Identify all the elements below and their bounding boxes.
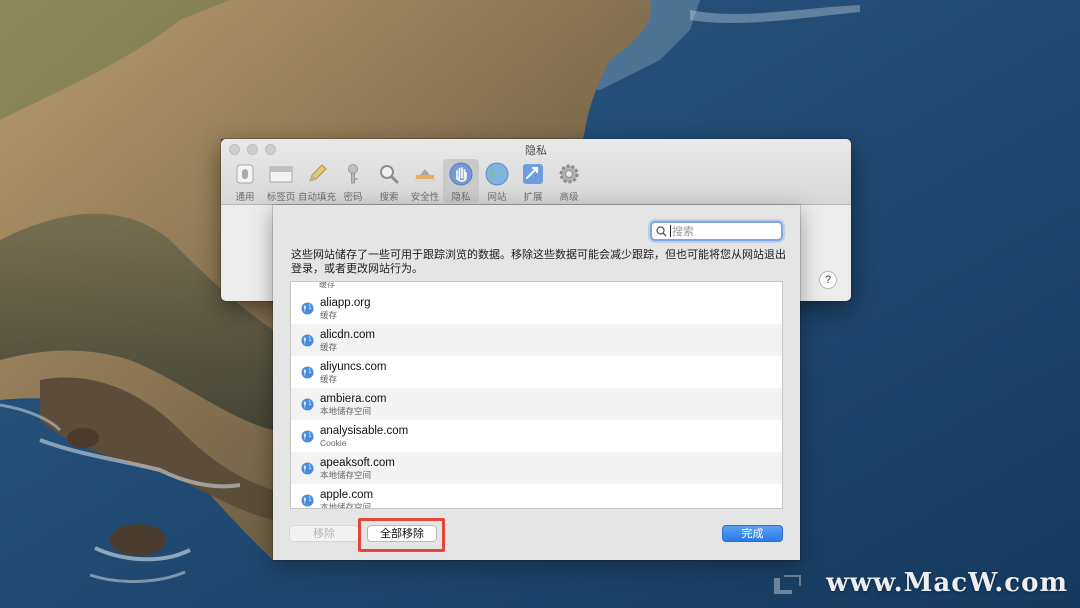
tab-websites[interactable]: 网站 — [479, 159, 515, 203]
list-item[interactable]: alicdn.com 缓存 — [291, 324, 782, 356]
site-data-kind: 本地储存空间 — [320, 501, 372, 509]
window-titlebar: 隐私 通用 标签页 自动填充 密码 搜索 安全性 隐私 网站 扩展 高级 — [221, 139, 851, 205]
list-item[interactable]: aliyuncs.com 缓存 — [291, 356, 782, 388]
watermark-logo-icon — [774, 575, 801, 594]
search-icon — [656, 225, 667, 236]
list-item[interactable]: apple.com 本地储存空间 — [291, 484, 782, 509]
sheet-description: 这些网站储存了一些可用于跟踪浏览的数据。移除这些数据可能会减少跟踪，但也可能将您… — [291, 249, 786, 275]
tab-search[interactable]: 搜索 — [371, 159, 407, 203]
globe-icon — [484, 161, 510, 187]
tab-privacy[interactable]: 隐私 — [443, 159, 479, 203]
globe-icon — [301, 333, 314, 347]
site-domain: alicdn.com — [320, 328, 375, 341]
magnifier-icon — [376, 161, 402, 187]
site-domain: apple.com — [320, 488, 374, 501]
pencil-icon — [304, 161, 330, 187]
tab-autofill[interactable]: 自动填充 — [298, 159, 337, 203]
list-item-partial: 缓存 — [319, 282, 335, 289]
site-domain: aliapp.org — [320, 296, 371, 309]
tab-privacy-label: 隐私 — [451, 192, 471, 203]
gear-icon — [556, 161, 582, 187]
site-domain: ambiera.com — [320, 392, 387, 405]
tab-passwords-label: 密码 — [343, 192, 363, 203]
globe-icon — [301, 493, 314, 507]
site-data-kind: Cookie — [320, 437, 347, 448]
tab-tabs[interactable]: 标签页 — [263, 159, 299, 203]
help-button[interactable]: ? — [819, 271, 837, 289]
list-item[interactable]: apeaksoft.com 本地储存空间 — [291, 452, 782, 484]
puzzle-icon — [520, 161, 546, 187]
site-data-kind: 缓存 — [320, 341, 338, 352]
highlight-box — [358, 518, 445, 552]
tab-security[interactable]: 安全性 — [407, 159, 443, 203]
remove-button[interactable]: 移除 — [289, 525, 359, 542]
site-domain: aliyuncs.com — [320, 360, 387, 373]
tab-general-label: 通用 — [235, 192, 255, 203]
search-input[interactable]: 搜索 — [650, 221, 783, 241]
site-data-kind: 缓存 — [320, 373, 338, 384]
switch-icon — [232, 161, 258, 187]
tab-tabs-label: 标签页 — [266, 192, 296, 203]
security-icon — [412, 161, 438, 187]
hand-icon — [448, 161, 474, 187]
tabs-icon — [268, 161, 294, 187]
site-data-kind: 缓存 — [320, 309, 338, 320]
globe-icon — [301, 461, 314, 475]
tab-websites-label: 网站 — [487, 192, 507, 203]
done-button[interactable]: 完成 — [722, 525, 783, 542]
globe-icon — [301, 365, 314, 379]
tab-extensions-label: 扩展 — [523, 192, 543, 203]
site-domain: apeaksoft.com — [320, 456, 395, 469]
tab-extensions[interactable]: 扩展 — [515, 159, 551, 203]
key-icon — [340, 161, 366, 187]
text-cursor — [670, 225, 671, 237]
site-data-kind: 本地储存空间 — [320, 469, 372, 480]
globe-icon — [301, 301, 314, 315]
tab-security-label: 安全性 — [410, 192, 440, 203]
window-title: 隐私 — [525, 145, 547, 157]
preferences-toolbar: 通用 标签页 自动填充 密码 搜索 安全性 隐私 网站 扩展 高级 — [227, 159, 587, 203]
website-data-list[interactable]: 缓存 aliapp.org 缓存 alicdn.com 缓存 aliyuncs.… — [290, 281, 783, 509]
list-item[interactable]: aliapp.org 缓存 — [291, 292, 782, 324]
list-item[interactable]: analysisable.com Cookie — [291, 420, 782, 452]
tab-passwords[interactable]: 密码 — [335, 159, 371, 203]
tab-general[interactable]: 通用 — [227, 159, 263, 203]
tab-autofill-label: 自动填充 — [298, 192, 337, 203]
site-data-kind: 本地储存空间 — [320, 405, 372, 416]
watermark-text: www.MacW.com — [826, 568, 1068, 598]
globe-icon — [301, 397, 314, 411]
tab-advanced-label: 高级 — [559, 192, 579, 203]
globe-icon — [301, 429, 314, 443]
tab-advanced[interactable]: 高级 — [551, 159, 587, 203]
search-placeholder: 搜索 — [672, 226, 694, 238]
website-data-sheet: 搜索 这些网站储存了一些可用于跟踪浏览的数据。移除这些数据可能会减少跟踪，但也可… — [273, 205, 800, 560]
site-domain: analysisable.com — [320, 424, 409, 437]
list-item[interactable]: ambiera.com 本地储存空间 — [291, 388, 782, 420]
tab-search-label: 搜索 — [379, 192, 399, 203]
